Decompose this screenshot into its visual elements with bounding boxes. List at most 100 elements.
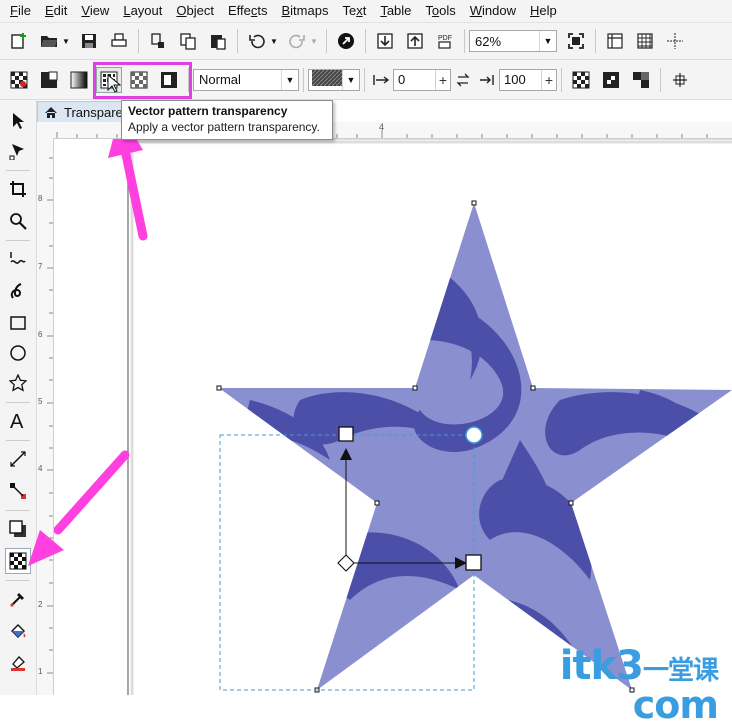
cut-button[interactable] [145, 28, 171, 54]
show-guidelines-button[interactable] [662, 28, 688, 54]
open-button[interactable] [36, 28, 62, 54]
plus-icon[interactable]: + [541, 69, 556, 90]
zoom-level-dropdown[interactable]: 62% ▼ [469, 30, 557, 52]
menu-object[interactable]: Object [169, 0, 221, 22]
end-transparency-icon [477, 67, 497, 93]
chevron-down-icon[interactable]: ▼ [309, 28, 319, 54]
pattern-picker-dropdown[interactable]: ▼ [308, 68, 360, 91]
chevron-down-icon: ▼ [281, 69, 298, 90]
polygon-tool[interactable] [5, 370, 31, 396]
shape-tool[interactable] [5, 138, 31, 164]
chevron-down-icon: ▼ [539, 31, 556, 51]
start-transparency-icon [371, 67, 391, 93]
paste-button[interactable] [205, 28, 231, 54]
copy-button[interactable] [175, 28, 201, 54]
show-grid-button[interactable] [632, 28, 658, 54]
fountain-transparency-button[interactable] [66, 67, 92, 93]
vertical-ruler[interactable]: 8 7 6 5 4 3 2 1 [37, 138, 54, 695]
connector-tool[interactable] [5, 478, 31, 504]
menu-accelerator: V [81, 3, 90, 18]
menu-effects[interactable]: Effects [221, 0, 275, 22]
drawing-canvas[interactable]: itk3一堂课 com [54, 139, 732, 727]
redo-icon [289, 34, 305, 49]
freeze-transparency-button[interactable] [667, 67, 693, 93]
rectangle-tool[interactable] [5, 310, 31, 336]
toolbox-separator [6, 440, 30, 441]
transparency-all-button[interactable] [628, 67, 654, 93]
toolbox-separator [6, 402, 30, 403]
eyedropper-tool[interactable] [5, 586, 31, 612]
crop-tool[interactable] [5, 176, 31, 202]
menu-help[interactable]: Help [523, 0, 564, 22]
no-transparency-button[interactable] [6, 67, 32, 93]
chevron-down-icon[interactable]: ▼ [269, 28, 279, 54]
paint-bucket-icon [11, 624, 26, 638]
menu-accelerator: o [431, 3, 440, 18]
full-screen-preview-button[interactable] [563, 28, 589, 54]
new-document-icon [11, 33, 26, 49]
menu-edit[interactable]: Edit [38, 0, 74, 22]
copy-icon [180, 33, 196, 50]
menu-window[interactable]: Window [463, 0, 523, 22]
shape-node-icon [9, 144, 24, 160]
menu-table[interactable]: Table [373, 0, 418, 22]
outline-checker-icon [603, 71, 619, 88]
transparency-fill-button[interactable] [568, 67, 594, 93]
freeze-icon [673, 72, 687, 87]
text-tool[interactable]: A [5, 408, 31, 434]
smart-fill-tool[interactable] [5, 650, 31, 676]
mouse-cursor-icon [107, 74, 121, 93]
save-button[interactable] [76, 28, 102, 54]
pointer-icon [13, 113, 24, 129]
artistic-media-icon [10, 283, 22, 299]
plus-icon[interactable]: + [435, 69, 450, 90]
menu-tools[interactable]: Tools [418, 0, 462, 22]
chevron-down-icon: ▼ [342, 69, 359, 90]
search-content-button[interactable] [333, 28, 359, 54]
zoom-tool[interactable] [5, 208, 31, 234]
menu-bar: File Edit View Layout Object Effects Bit… [0, 0, 732, 23]
start-transparency-value: 0 [398, 72, 406, 87]
menu-view[interactable]: View [74, 0, 116, 22]
redo-button[interactable] [284, 28, 310, 54]
parallel-dimension-tool[interactable] [5, 446, 31, 472]
menu-file[interactable]: File [0, 0, 38, 22]
freehand-tool[interactable] [5, 246, 31, 272]
merge-mode-dropdown[interactable]: Normal ▼ [193, 68, 299, 91]
menu-bitmaps[interactable]: Bitmaps [274, 0, 335, 22]
pattern-swatch-icon [312, 70, 342, 86]
undo-icon [249, 34, 265, 49]
annotation-arrow [54, 450, 130, 535]
show-rulers-button[interactable] [602, 28, 628, 54]
menu-layout[interactable]: Layout [116, 0, 169, 22]
chevron-down-icon[interactable]: ▼ [61, 28, 71, 54]
checker-icon [572, 71, 590, 88]
menu-accelerator: H [530, 3, 540, 18]
swap-icon[interactable] [453, 67, 473, 93]
menu-accelerator: W [469, 3, 483, 18]
interactive-fill-tool[interactable] [5, 618, 31, 644]
import-button[interactable] [372, 28, 398, 54]
end-transparency-field[interactable]: 100 + [499, 68, 557, 91]
all-checker-icon [633, 71, 649, 88]
new-document-button[interactable] [6, 28, 32, 54]
full-screen-icon [568, 33, 584, 49]
menu-text[interactable]: Text [335, 0, 373, 22]
document-tab[interactable]: Transpare [37, 101, 130, 122]
annotation-arrow-head [28, 530, 64, 566]
publish-pdf-button[interactable]: PDF [432, 28, 458, 54]
uniform-transparency-button[interactable] [36, 67, 62, 93]
transparency-outline-button[interactable] [598, 67, 624, 93]
print-button[interactable] [106, 28, 132, 54]
uniform-transparency-icon [41, 71, 58, 88]
pick-tool[interactable] [5, 108, 31, 134]
tooltip-description: Apply a vector pattern transparency. [128, 120, 320, 134]
start-transparency-field[interactable]: 0 + [393, 68, 451, 91]
end-transparency-value: 100 [504, 72, 526, 87]
artistic-media-tool[interactable] [5, 278, 31, 304]
toolbar-separator [237, 29, 238, 53]
export-button[interactable] [402, 28, 428, 54]
ellipse-tool[interactable] [5, 340, 31, 366]
toolbar-separator [660, 67, 661, 92]
undo-button[interactable] [244, 28, 270, 54]
